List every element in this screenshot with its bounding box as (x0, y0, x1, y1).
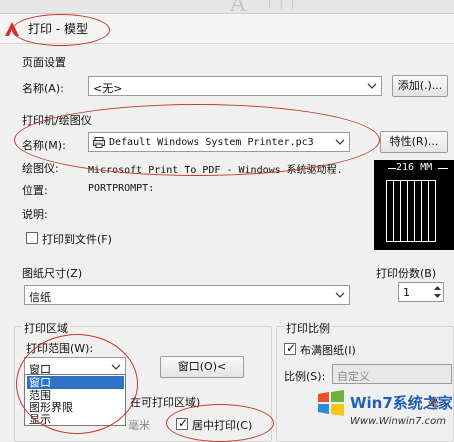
paper-size-value: 信纸 (29, 291, 51, 304)
preview-dimension-label: 216 MM (396, 162, 433, 173)
windows-logo-icon (318, 390, 344, 416)
plot-range-options-list: 窗口 范围 图形界限 显示 (24, 374, 126, 426)
printer-name-dropdown[interactable]: Default Windows System Printer.pc3 (88, 132, 350, 152)
paper-preview: 216 MM (374, 160, 454, 250)
printer-name-label: 名称(M): (22, 139, 66, 152)
plot-range-label: 打印范围(W): (26, 342, 94, 355)
copies-spinner[interactable]: 1 (398, 282, 444, 302)
printer-heading: 打印机/绘图仪 (22, 114, 92, 127)
preview-paper-hatch (386, 180, 436, 242)
location-value: PORTPROMPT: (88, 183, 155, 194)
location-label: 位置: (22, 184, 48, 197)
plot-offset-heading: 在可打印区域) (130, 396, 201, 409)
watermark-brand: Win7系统之家 (350, 394, 453, 412)
plot-range-option[interactable]: 窗口 (27, 376, 124, 389)
preview-dimension-tick (388, 168, 396, 169)
spinner-arrows-icon[interactable] (433, 284, 442, 300)
center-plot-label: 居中打印(C) (192, 419, 253, 432)
print-to-file-label: 打印到文件(F) (42, 233, 112, 246)
center-plot-checkbox[interactable] (176, 416, 188, 430)
fit-to-paper-label: 布满图纸(I) (300, 344, 356, 357)
fit-to-paper-checkbox[interactable] (284, 341, 296, 355)
autocad-app-icon (5, 22, 19, 36)
preview-dimension-tick (438, 168, 448, 169)
plotter-label: 绘图仪: (22, 162, 59, 175)
add-page-setup-button[interactable]: 添加(.)... (392, 75, 448, 97)
site-watermark: Win7系统之家 Www.Winwin7.com (310, 382, 454, 442)
plot-area-heading: 打印区域 (22, 320, 70, 336)
chevron-down-icon (335, 292, 345, 298)
chevron-down-icon (335, 139, 345, 145)
copies-heading: 打印份数(B) (376, 267, 437, 280)
watermark-url: Www.Winwin7.com (350, 416, 446, 427)
page-setup-name-value: <无> (93, 82, 123, 95)
chevron-down-icon (111, 364, 121, 370)
plotter-value: Microsoft Print To PDF - Windows 系统驱动程. (88, 165, 343, 176)
window-select-button[interactable]: 窗口(O)< (160, 356, 244, 378)
printer-name-value: Default Windows System Printer.pc3 (109, 137, 314, 148)
background-toolbar-hint: | | | (268, 0, 295, 10)
copies-value: 1 (403, 286, 410, 299)
print-to-file-checkbox[interactable] (26, 232, 38, 244)
window-title: 打印 - 模型 (28, 22, 88, 36)
page-setup-name-label: 名称(A): (22, 82, 64, 95)
plot-scale-heading: 打印比例 (284, 320, 332, 336)
chevron-down-icon (367, 83, 377, 89)
printer-icon (93, 137, 105, 148)
paper-size-dropdown[interactable]: 信纸 (24, 285, 350, 305)
background-window-strip: A | | | (0, 0, 454, 17)
printer-properties-button[interactable]: 特性(R)... (380, 131, 448, 153)
plot-range-option[interactable]: 显示 (27, 413, 124, 426)
scale-dropdown[interactable]: 自定义 (332, 364, 452, 384)
paper-size-heading: 图纸尺寸(Z) (22, 267, 83, 280)
page-setup-heading: 页面设置 (22, 56, 66, 69)
plot-offset-unit: 毫米 (128, 419, 150, 432)
page-setup-name-dropdown[interactable]: <无> (88, 76, 382, 96)
description-label: 说明: (22, 208, 48, 221)
